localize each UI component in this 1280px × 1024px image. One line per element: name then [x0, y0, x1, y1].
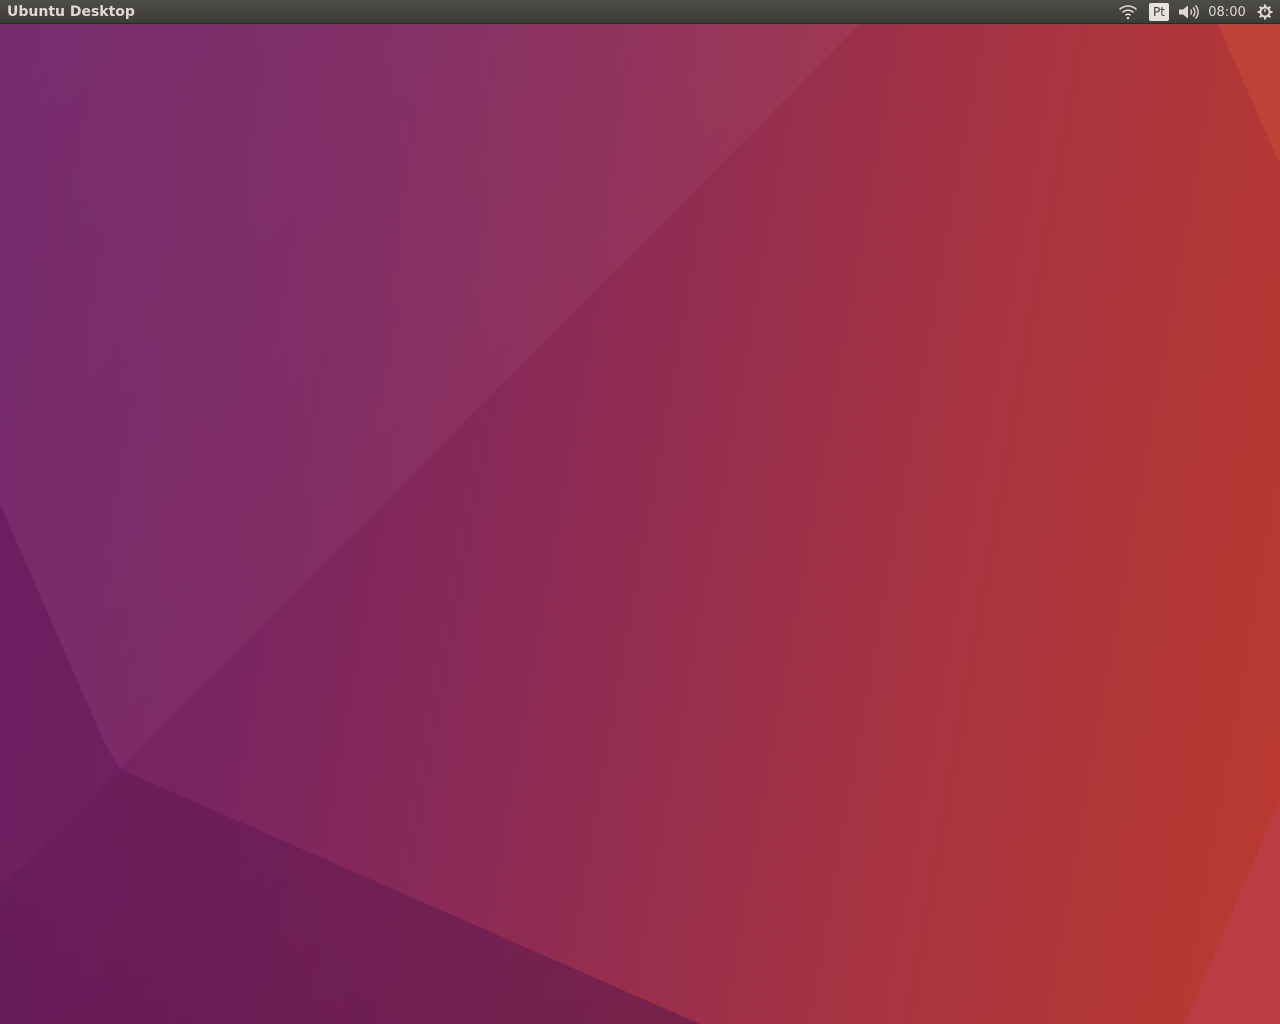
wifi-icon[interactable]: [1112, 0, 1144, 24]
top-panel: Ubuntu Desktop Pt 08:00: [0, 0, 1280, 24]
gear-icon[interactable]: [1250, 0, 1280, 24]
clock-indicator[interactable]: 08:00: [1204, 0, 1250, 24]
keyboard-layout-label: Pt: [1149, 3, 1169, 21]
app-title: Ubuntu Desktop: [7, 4, 135, 20]
clock-time: 08:00: [1208, 4, 1246, 20]
volume-icon[interactable]: [1174, 0, 1204, 24]
wallpaper-shapes: [0, 24, 1280, 1024]
indicator-area: Pt 08:00: [1112, 0, 1280, 24]
desktop-wallpaper[interactable]: [0, 24, 1280, 1024]
keyboard-layout-indicator[interactable]: Pt: [1144, 0, 1174, 24]
